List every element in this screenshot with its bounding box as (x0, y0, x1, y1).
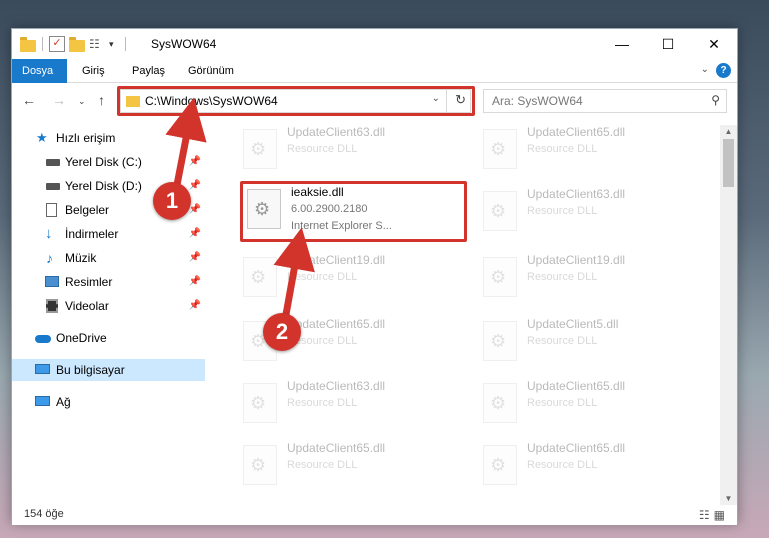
explorer-window: ✓ ☷ ▾ SysWOW64 — ☐ ✕ Dosya Giriş Paylaş … (11, 28, 738, 525)
pin-icon[interactable]: 📌 (189, 247, 201, 269)
window-title: SysWOW64 (151, 37, 217, 51)
scroll-thumb[interactable] (723, 139, 734, 187)
file-item[interactable]: ⚙ UpdateClient19.dll Resource DLL (239, 253, 469, 309)
search-box[interactable]: Ara: SysWOW64 ⚲ (483, 89, 727, 113)
up-arrow-icon[interactable]: ↑ (98, 92, 105, 108)
file-item[interactable]: ⚙ UpdateClient63.dll Resource DLL (239, 379, 469, 435)
callout-1: 1 (153, 182, 191, 220)
tab-share[interactable]: Paylaş (122, 59, 175, 83)
file-list: ⚙ UpdateClient63.dll Resource DLL ⚙ ieak… (217, 125, 722, 505)
vertical-scrollbar[interactable]: ▲ ▼ (720, 125, 737, 505)
navigation-bar: ← → ⌄ ↑ C:\Windows\SysWOW64 ⌄ ↻ Ara: Sys… (12, 84, 737, 118)
sidebar-item-onedrive[interactable]: OneDrive (12, 327, 205, 349)
pin-icon[interactable]: 📌 (189, 223, 201, 245)
drive-icon (46, 183, 60, 190)
document-icon (46, 203, 57, 217)
callout-2: 2 (263, 313, 301, 351)
file-item[interactable]: ⚙ UpdateClient65.dll Resource DLL (479, 125, 709, 181)
computer-icon (35, 364, 50, 374)
dll-file-icon: ⚙ (243, 257, 277, 297)
properties-icon[interactable]: ☷ (89, 36, 105, 52)
file-item[interactable]: ⚙ UpdateClient63.dll Resource DLL (239, 125, 469, 181)
dll-file-icon: ⚙ (483, 257, 517, 297)
back-arrow-icon[interactable]: ← (22, 92, 36, 108)
toolbar-divider (42, 37, 43, 51)
cloud-icon (35, 335, 51, 343)
tab-view[interactable]: Görünüm (178, 59, 244, 83)
dll-file-icon: ⚙ (483, 321, 517, 361)
dll-file-icon: ⚙ (243, 129, 277, 169)
pin-icon[interactable]: 📌 (189, 151, 201, 173)
sidebar-item-network[interactable]: Ağ (12, 391, 205, 413)
scroll-down-icon[interactable]: ▼ (720, 494, 737, 503)
tab-file[interactable]: Dosya (12, 59, 67, 83)
sidebar-item-disk-c[interactable]: Yerel Disk (C:) 📌 (12, 151, 205, 173)
customize-dropdown-icon[interactable]: ▾ (109, 36, 119, 52)
title-bar: ✓ ☷ ▾ SysWOW64 — ☐ ✕ (12, 29, 737, 59)
sidebar-item-this-pc[interactable]: Bu bilgisayar (12, 359, 205, 381)
file-highlight-box (240, 181, 467, 242)
toolbar-divider (125, 37, 126, 51)
file-item[interactable]: ⚙ UpdateClient5.dll Resource DLL (479, 317, 709, 373)
close-button[interactable]: ✕ (691, 29, 737, 59)
pin-icon[interactable]: 📌 (189, 271, 201, 293)
file-item[interactable]: ⚙ UpdateClient65.dll Resource DLL (479, 441, 709, 497)
search-placeholder: Ara: SysWOW64 (492, 94, 583, 108)
quick-access-toolbar: ✓ ☷ ▾ (20, 36, 128, 52)
pictures-icon (45, 276, 59, 287)
sidebar-item-quick-access[interactable]: ★ Hızlı erişim (12, 127, 205, 149)
dll-file-icon: ⚙ (483, 383, 517, 423)
dll-file-icon: ⚙ (243, 383, 277, 423)
maximize-button[interactable]: ☐ (645, 29, 691, 59)
file-item[interactable]: ⚙ UpdateClient65.dll Resource DLL (479, 379, 709, 435)
view-toggle-icons[interactable]: ☷▦ (699, 508, 729, 522)
dll-file-icon: ⚙ (483, 191, 517, 231)
sidebar-item-pictures[interactable]: Resimler 📌 (12, 271, 205, 293)
properties-check-icon[interactable]: ✓ (49, 36, 65, 52)
pin-icon[interactable]: 📌 (189, 175, 201, 197)
scroll-up-icon[interactable]: ▲ (720, 127, 737, 136)
help-button[interactable]: ? (716, 63, 731, 78)
recent-dropdown-icon[interactable]: ⌄ (78, 96, 86, 107)
dll-file-icon: ⚙ (483, 445, 517, 485)
search-icon[interactable]: ⚲ (711, 93, 720, 107)
dll-file-icon: ⚙ (243, 445, 277, 485)
tab-home[interactable]: Giriş (72, 59, 115, 83)
minimize-button[interactable]: — (599, 29, 645, 59)
address-highlight-box (117, 86, 475, 116)
video-icon (46, 299, 58, 313)
star-icon: ★ (36, 130, 48, 145)
network-icon (35, 396, 50, 406)
file-item[interactable]: ⚙ UpdateClient63.dll Resource DLL (479, 187, 709, 243)
folder-icon (20, 36, 36, 52)
file-item[interactable]: ⚙ UpdateClient19.dll Resource DLL (479, 253, 709, 309)
dll-file-icon: ⚙ (483, 129, 517, 169)
pin-icon[interactable]: 📌 (189, 295, 201, 317)
ribbon-expand-icon[interactable]: ⌄ (701, 64, 709, 75)
sidebar-item-music[interactable]: ♪ Müzik 📌 (12, 247, 205, 269)
sidebar-item-videos[interactable]: Videolar 📌 (12, 295, 205, 317)
item-count: 154 öğe (24, 508, 64, 520)
sidebar-item-downloads[interactable]: ↓ İndirmeler 📌 (12, 223, 205, 245)
file-item[interactable]: ⚙ UpdateClient65.dll Resource DLL (239, 441, 469, 497)
drive-icon (46, 159, 60, 166)
download-icon: ↓ (45, 225, 53, 242)
status-bar: 154 öğe ☷▦ (12, 505, 737, 525)
music-icon: ♪ (46, 250, 53, 266)
ribbon-tabs: Dosya Giriş Paylaş Görünüm ⌄ ? (12, 59, 737, 83)
new-folder-icon[interactable] (69, 36, 85, 52)
forward-arrow-icon[interactable]: → (52, 92, 66, 108)
